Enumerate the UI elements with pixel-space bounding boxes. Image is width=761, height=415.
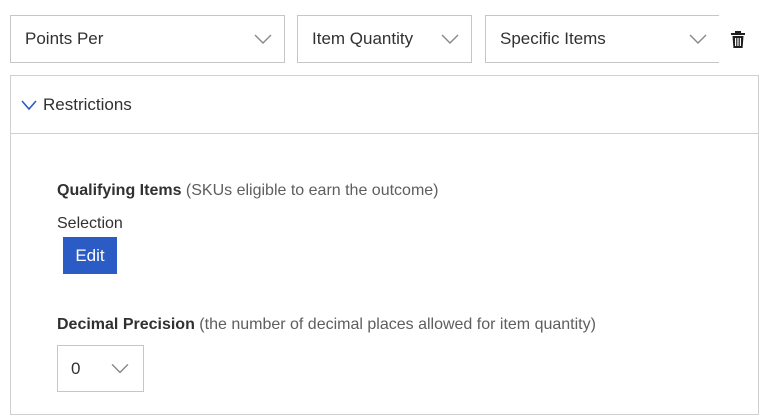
chevron-down-icon [441,33,459,45]
decimal-precision-dropdown[interactable]: 0 [57,345,144,392]
chevron-down-icon [254,33,272,45]
chevron-down-icon [111,362,129,374]
qualifying-items-hint: (SKUs eligible to earn the outcome) [185,182,439,199]
decimal-precision-hint: (the number of decimal places allowed fo… [199,316,596,333]
points-per-dropdown[interactable]: Points Per [10,15,285,63]
selection-label: Selection [57,215,123,232]
decimal-precision-title: Decimal Precision [57,316,195,333]
restrictions-panel: Restrictions Qualifying Items (SKUs elig… [10,75,759,415]
qualifying-items-title: Qualifying Items [57,182,182,199]
trash-icon[interactable] [728,30,748,50]
item-quantity-dropdown[interactable]: Item Quantity [297,15,472,63]
item-quantity-value: Item Quantity [312,29,414,48]
chevron-down-icon [21,99,37,111]
specific-items-value: Specific Items [500,29,606,48]
edit-button[interactable]: Edit [63,237,117,274]
specific-items-dropdown[interactable]: Specific Items [485,15,719,63]
qualifying-items-label: Qualifying Items (SKUs eligible to earn … [57,182,439,200]
decimal-precision-label: Decimal Precision (the number of decimal… [57,316,596,334]
restrictions-title: Restrictions [43,94,132,114]
points-per-value: Points Per [25,29,104,48]
decimal-precision-value: 0 [71,358,81,378]
chevron-down-icon [689,33,707,45]
restrictions-header[interactable]: Restrictions [11,76,758,134]
